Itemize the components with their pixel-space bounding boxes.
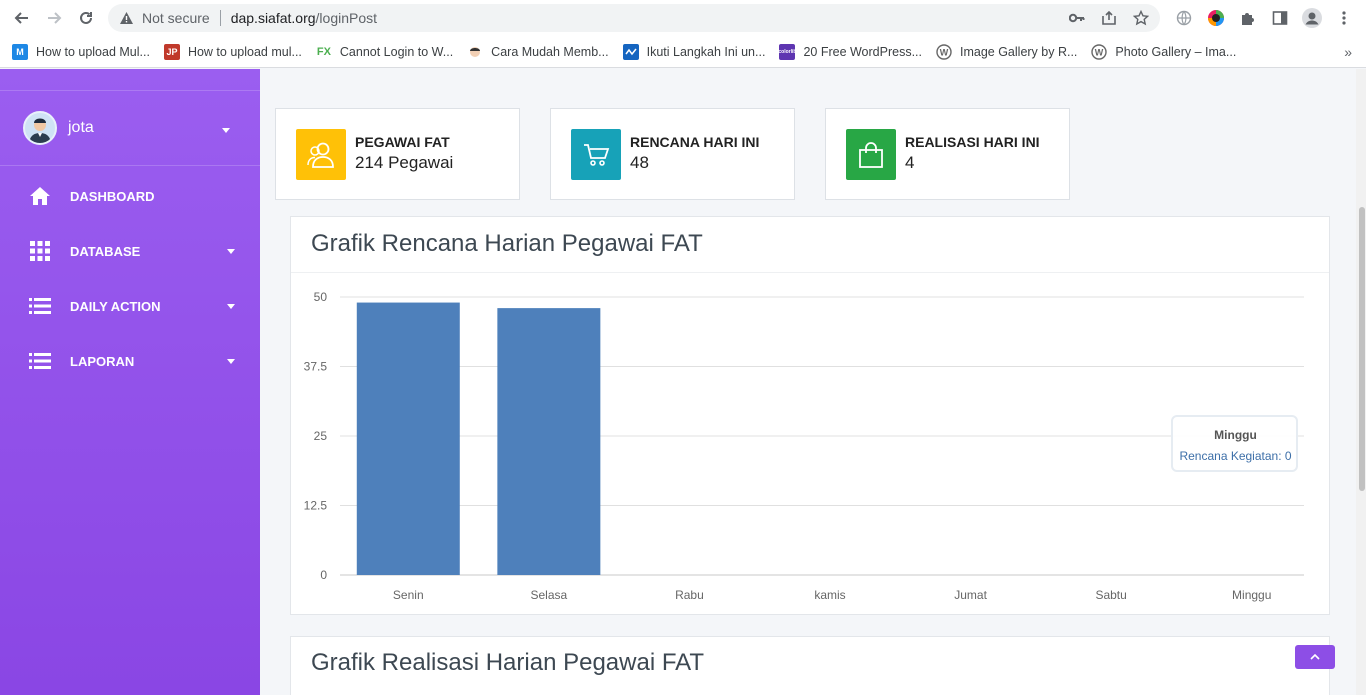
chevron-down-icon[interactable] bbox=[222, 128, 230, 133]
arrow-left-icon bbox=[14, 12, 28, 24]
bookmark-label: How to upload Mul... bbox=[36, 44, 150, 59]
star-icon[interactable] bbox=[1130, 8, 1152, 28]
info-box-title: PEGAWAI FAT bbox=[355, 134, 450, 150]
tooltip-text: Rencana Kegiatan: 0 bbox=[1179, 449, 1292, 463]
bookmark-item[interactable]: W Photo Gallery – Ima... bbox=[1091, 43, 1237, 60]
wordpress-icon: W bbox=[1091, 43, 1108, 60]
jp-logo-icon: JP bbox=[163, 43, 180, 60]
bookmarks-bar: M How to upload Mul... JP How to upload … bbox=[0, 36, 1366, 68]
chart-card-realisasi: Grafik Realisasi Harian Pegawai FAT bbox=[290, 636, 1330, 695]
users-icon bbox=[296, 129, 346, 180]
m-logo-icon: M bbox=[12, 43, 28, 60]
info-box-value: 214 Pegawai bbox=[355, 153, 454, 172]
tooltip-title: Minggu bbox=[1214, 428, 1257, 442]
grid-icon bbox=[29, 240, 51, 262]
back-button[interactable] bbox=[6, 2, 38, 34]
user-name: jota bbox=[68, 119, 94, 136]
chart-tooltip: Minggu Rencana Kegiatan: 0 bbox=[1171, 415, 1298, 472]
key-icon[interactable] bbox=[1066, 8, 1088, 28]
more-vert-icon[interactable] bbox=[1332, 6, 1356, 30]
sidebar-item-label: DATABASE bbox=[70, 243, 141, 259]
share-icon[interactable] bbox=[1098, 8, 1120, 28]
list-icon bbox=[29, 295, 51, 317]
side-panel-icon[interactable] bbox=[1268, 6, 1292, 30]
chevron-down-icon bbox=[227, 304, 235, 309]
svg-text:W: W bbox=[940, 47, 949, 57]
sidebar: jota DASHBOARD DATABASE DAILY ACTION LAP… bbox=[0, 69, 260, 695]
face-icon bbox=[467, 43, 484, 60]
card-divider bbox=[291, 272, 1329, 273]
sidebar-item-label: DAILY ACTION bbox=[70, 298, 161, 314]
bookmark-item[interactable]: Ikuti Langkah Ini un... bbox=[622, 43, 766, 60]
arrow-right-icon bbox=[48, 12, 62, 24]
bookmark-label: Cannot Login to W... bbox=[339, 44, 454, 59]
browser-toolbar: Not secure dap.siafat.org/loginPost bbox=[0, 0, 1366, 36]
avatar bbox=[23, 111, 57, 145]
reload-icon bbox=[80, 11, 92, 24]
bookmark-item[interactable]: Cara Mudah Memb... bbox=[467, 43, 609, 60]
chevron-up-icon bbox=[1310, 654, 1320, 660]
wave-logo-icon bbox=[622, 43, 639, 60]
bookmark-item[interactable]: colorlib 20 Free WordPress... bbox=[778, 43, 922, 60]
color-picker-extension-icon[interactable] bbox=[1204, 6, 1228, 30]
info-box-title: REALISASI HARI INI bbox=[905, 134, 1040, 150]
fx-logo-icon: FX bbox=[315, 43, 332, 60]
forward-button[interactable] bbox=[38, 2, 70, 34]
chevron-down-icon bbox=[227, 249, 235, 254]
profile-icon[interactable] bbox=[1300, 6, 1324, 30]
cart-icon bbox=[571, 129, 621, 180]
sidebar-item-database[interactable]: DATABASE bbox=[0, 231, 260, 271]
scrollbar-thumb[interactable] bbox=[1359, 207, 1365, 491]
sidebar-item-label: DASHBOARD bbox=[70, 188, 155, 204]
bookmark-item[interactable]: W Image Gallery by R... bbox=[936, 43, 1078, 60]
info-box-title: RENCANA HARI INI bbox=[630, 134, 760, 150]
sidebar-item-dashboard[interactable]: DASHBOARD bbox=[0, 176, 260, 216]
chart-title: Grafik Rencana Harian Pegawai FAT bbox=[311, 230, 703, 257]
bookmark-item[interactable]: M How to upload Mul... bbox=[12, 43, 150, 60]
sidebar-item-label: LAPORAN bbox=[70, 353, 135, 369]
wordpress-icon: W bbox=[936, 43, 952, 60]
url-separator bbox=[219, 10, 221, 26]
colorlib-logo-icon: colorlib bbox=[778, 43, 796, 60]
warning-icon bbox=[118, 10, 134, 26]
puzzle-icon[interactable] bbox=[1236, 6, 1260, 30]
sidebar-item-daily-action[interactable]: DAILY ACTION bbox=[0, 286, 260, 326]
info-box-pegawai: PEGAWAI FAT 214 Pegawai bbox=[275, 108, 520, 200]
info-box-value: 48 bbox=[630, 153, 649, 172]
reload-button[interactable] bbox=[70, 2, 102, 34]
bookmark-label: Photo Gallery – Ima... bbox=[1115, 44, 1237, 59]
info-box-rencana: RENCANA HARI INI 48 bbox=[550, 108, 795, 200]
bookmark-label: 20 Free WordPress... bbox=[803, 44, 922, 59]
info-box-realisasi: REALISASI HARI INI 4 bbox=[825, 108, 1070, 200]
bookmark-item[interactable]: FX Cannot Login to W... bbox=[315, 43, 454, 60]
bookmark-label: Image Gallery by R... bbox=[960, 44, 1078, 59]
back-to-top-button[interactable] bbox=[1295, 645, 1335, 669]
address-bar[interactable]: Not secure dap.siafat.org/loginPost bbox=[108, 4, 1160, 32]
url-path: /loginPost bbox=[315, 10, 378, 26]
user-panel[interactable]: jota bbox=[0, 90, 260, 166]
bookmark-label: Cara Mudah Memb... bbox=[491, 44, 609, 59]
bookmark-label: Ikuti Langkah Ini un... bbox=[646, 44, 766, 59]
list-icon bbox=[29, 350, 51, 372]
sidebar-item-laporan[interactable]: LAPORAN bbox=[0, 341, 260, 381]
chevron-down-icon bbox=[227, 359, 235, 364]
svg-text:W: W bbox=[1095, 47, 1104, 57]
bookmark-label: How to upload mul... bbox=[187, 44, 302, 59]
bookmark-item[interactable]: JP How to upload mul... bbox=[163, 43, 302, 60]
shopping-bag-icon bbox=[846, 129, 896, 180]
security-label[interactable]: Not secure bbox=[142, 10, 210, 26]
chart-title: Grafik Realisasi Harian Pegawai FAT bbox=[311, 649, 705, 676]
globe-icon[interactable] bbox=[1172, 6, 1196, 30]
home-icon bbox=[29, 185, 51, 207]
url-host: dap.siafat.org bbox=[230, 10, 316, 26]
chevron-double-right-icon[interactable]: » bbox=[1344, 44, 1352, 60]
info-box-value: 4 bbox=[905, 153, 915, 172]
